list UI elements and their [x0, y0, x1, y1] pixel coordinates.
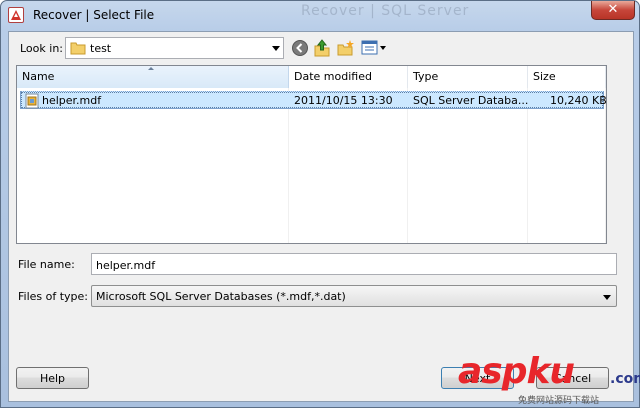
folder-icon: [70, 41, 86, 58]
column-header-size[interactable]: Size: [528, 66, 606, 88]
chevron-down-icon: [603, 295, 611, 300]
view-menu-icon: [361, 40, 386, 55]
column-divider: [288, 88, 289, 243]
database-file-icon: [24, 93, 40, 112]
files-of-type-select[interactable]: Microsoft SQL Server Databases (*.mdf,*.…: [91, 285, 617, 307]
back-icon: [292, 40, 308, 56]
column-header-type[interactable]: Type: [408, 66, 528, 88]
view-menu-button[interactable]: [361, 39, 387, 57]
up-folder-icon: [314, 39, 330, 57]
background-window-title: Recover | SQL Server: [301, 3, 470, 19]
watermark-subtitle: 免费网站源码下载站: [518, 396, 600, 406]
sort-ascending-icon: [148, 67, 154, 70]
files-of-type-label: Files of type:: [18, 290, 89, 303]
app-logo-icon: [8, 7, 24, 23]
column-divider: [605, 88, 606, 243]
file-name-field[interactable]: [91, 253, 617, 275]
look-in-label: Look in:: [20, 42, 63, 55]
watermark-dotcom: .com: [610, 371, 640, 387]
new-folder-button[interactable]: [337, 39, 355, 57]
column-divider: [407, 88, 408, 243]
look-in-combo[interactable]: test: [65, 37, 284, 59]
dialog-client: Look in: test Name Date modified Type Si…: [8, 31, 634, 402]
column-divider: [527, 88, 528, 243]
file-type-cell: SQL Server Databa...: [413, 94, 529, 107]
files-of-type-value: Microsoft SQL Server Databases (*.mdf,*.…: [96, 290, 346, 303]
chevron-down-icon: [272, 46, 280, 51]
file-date-cell: 2011/10/15 13:30: [294, 94, 393, 107]
close-button[interactable]: ✕: [591, 1, 635, 20]
back-button[interactable]: [291, 39, 309, 57]
close-icon: ✕: [607, 2, 619, 17]
list-header: Name Date modified Type Size: [17, 66, 606, 88]
column-header-date-modified[interactable]: Date modified: [289, 66, 408, 88]
file-name-cell: helper.mdf: [42, 94, 102, 107]
help-button[interactable]: Help: [16, 367, 89, 389]
file-list[interactable]: Name Date modified Type Size helper.mdf …: [16, 65, 607, 244]
look-in-value: test: [90, 42, 112, 55]
up-folder-button[interactable]: [313, 39, 331, 57]
column-header-name[interactable]: Name: [17, 66, 289, 88]
file-row-helper-mdf[interactable]: helper.mdf 2011/10/15 13:30 SQL Server D…: [20, 91, 607, 112]
title-bar[interactable]: Recover | Select File Recover | SQL Serv…: [1, 1, 639, 31]
dialog-window: Recover | Select File Recover | SQL Serv…: [0, 0, 640, 408]
watermark-logo: aspku .com 免费网站源码下载站: [458, 351, 640, 407]
window-title: Recover | Select File: [33, 8, 155, 22]
watermark-brand: aspku: [458, 351, 575, 392]
new-folder-icon: [337, 40, 354, 56]
file-name-label: File name:: [18, 258, 75, 271]
file-size-cell: 10,240 KB: [550, 94, 607, 107]
